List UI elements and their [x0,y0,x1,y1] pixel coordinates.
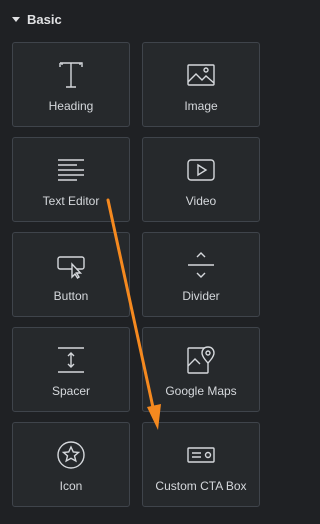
google-maps-icon [185,344,217,376]
widget-google-maps[interactable]: Google Maps [142,327,260,412]
widget-label: Spacer [51,384,91,398]
caret-down-icon [12,17,20,22]
widget-grid: Heading Image Text Editor Video Button D… [12,42,260,507]
button-icon [55,249,87,281]
cta-box-icon [185,439,217,471]
widget-image[interactable]: Image [142,42,260,127]
video-icon [185,154,217,186]
image-icon [185,59,217,91]
text-editor-icon [55,154,87,186]
widget-label: Video [185,194,217,208]
widget-label: Text Editor [42,194,100,208]
widget-label: Icon [59,479,83,493]
widget-button[interactable]: Button [12,232,130,317]
widget-label: Google Maps [165,384,237,398]
widget-label: Image [184,99,218,113]
divider-icon [185,249,217,281]
widget-custom-cta-box[interactable]: Custom CTA Box [142,422,260,507]
widget-label: Button [53,289,89,303]
widget-video[interactable]: Video [142,137,260,222]
widget-icon[interactable]: Icon [12,422,130,507]
section-header-basic[interactable]: Basic [0,0,271,38]
star-icon [55,439,87,471]
widget-label: Divider [182,289,220,303]
widget-spacer[interactable]: Spacer [12,327,130,412]
widget-divider[interactable]: Divider [142,232,260,317]
widget-text-editor[interactable]: Text Editor [12,137,130,222]
section-title: Basic [27,11,62,27]
heading-icon [55,59,87,91]
spacer-icon [55,344,87,376]
widget-label: Heading [48,99,94,113]
widget-heading[interactable]: Heading [12,42,130,127]
widget-label: Custom CTA Box [155,479,247,493]
